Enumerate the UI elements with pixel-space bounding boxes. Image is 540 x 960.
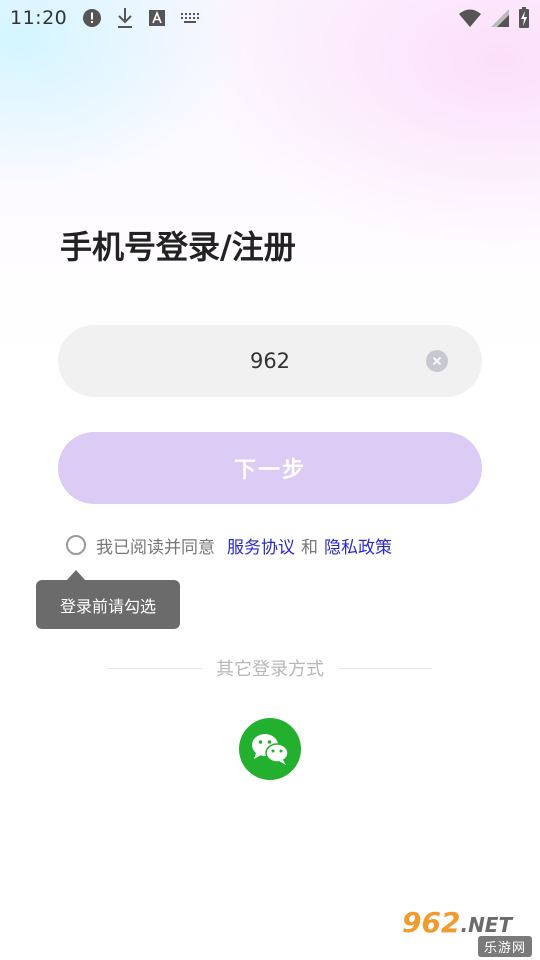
status-time: 11:20 xyxy=(10,7,68,29)
divider-left xyxy=(108,667,202,669)
next-step-button[interactable]: 下一步 xyxy=(58,432,482,504)
other-login-label: 其它登录方式 xyxy=(216,659,324,680)
background-gradient xyxy=(0,0,540,360)
wechat-icon xyxy=(252,734,289,765)
privacy-policy-link[interactable]: 隐私政策 xyxy=(324,533,392,558)
check-reminder-tooltip: 登录前请勾选 xyxy=(36,580,180,629)
service-agreement-link[interactable]: 服务协议 xyxy=(227,533,295,558)
wechat-login-button[interactable] xyxy=(239,718,301,780)
signal-icon xyxy=(491,9,509,27)
wifi-icon xyxy=(459,9,481,27)
phone-input[interactable]: 962 xyxy=(58,325,482,397)
watermark-dot: . xyxy=(460,913,469,937)
agreement-checkbox[interactable] xyxy=(66,535,86,555)
alert-icon xyxy=(83,9,101,27)
watermark-tld: NET xyxy=(468,913,513,937)
status-bar: 11:20 xyxy=(0,0,540,36)
system-icons xyxy=(458,7,530,29)
keyboard-icon xyxy=(181,13,199,23)
and-text: 和 xyxy=(301,537,318,558)
agreement-text: 我已阅读并同意 xyxy=(96,537,215,558)
text-a-icon xyxy=(149,10,165,26)
divider-right xyxy=(338,667,432,669)
page-title: 手机号登录/注册 xyxy=(60,228,296,266)
download-icon xyxy=(118,8,132,28)
phone-value[interactable]: 962 xyxy=(250,349,290,373)
battery-charging-icon xyxy=(519,7,529,28)
watermark-logo: 962 . NET xyxy=(402,906,512,939)
notification-icons xyxy=(82,7,200,29)
clear-input-button[interactable] xyxy=(426,350,448,372)
other-login-divider: 其它登录方式 xyxy=(108,656,432,680)
site-watermark: 962 . NET 乐游网 xyxy=(402,906,532,957)
watermark-brand: 962 xyxy=(402,906,461,939)
clear-icon xyxy=(432,356,442,366)
watermark-subtitle: 乐游网 xyxy=(477,936,532,957)
agreement-row: 我已阅读并同意 服务协议 和 隐私政策 xyxy=(66,533,392,558)
